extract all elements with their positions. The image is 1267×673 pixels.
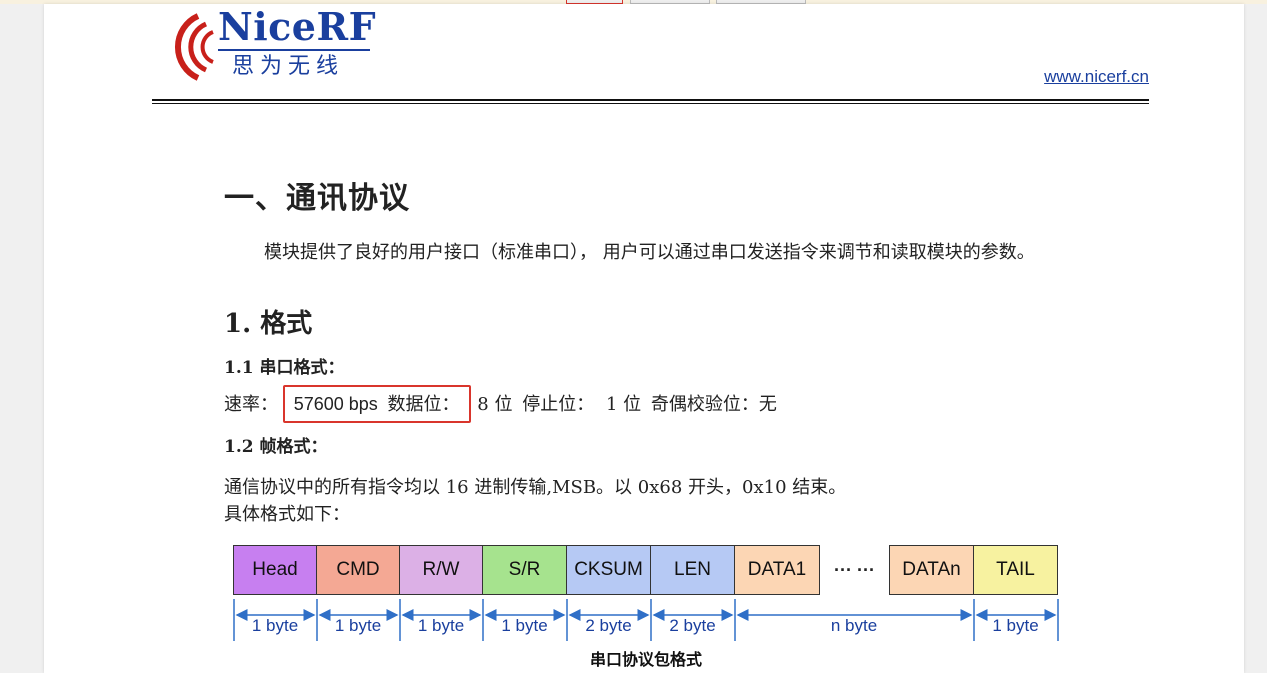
frame-format-diagram: Head CMD R/W S/R CKSUM LEN DATA1 ··· ···… <box>233 545 1059 669</box>
size-rw: 1 byte <box>417 616 465 635</box>
header-rule-thin <box>152 103 1149 104</box>
field-cmd: CMD <box>316 545 400 595</box>
document-page: NiceRF 思为无线 www.nicerf.cn 一、通讯协议 模块提供了良好… <box>44 4 1244 673</box>
frame-format-heading: 1.2 帧格式： <box>224 437 328 457</box>
format-heading: 1. 格式 <box>224 309 313 339</box>
stopbits-value: 1 位 <box>605 394 642 415</box>
size-tail: 1 byte <box>992 616 1039 635</box>
serial-format-heading: 1.1 串口格式： <box>224 358 345 378</box>
field-ellipsis: ··· ··· <box>834 559 875 580</box>
field-head: Head <box>233 545 317 595</box>
parity-value: 无 <box>758 394 777 415</box>
nicerf-logo: NiceRF 思为无线 <box>152 6 376 84</box>
section-title: 一、通讯协议 <box>224 181 410 216</box>
field-tail: TAIL <box>973 545 1058 595</box>
size-cksum: 2 byte <box>585 616 632 635</box>
size-sr: 1 byte <box>501 616 548 635</box>
field-rw: R/W <box>399 545 483 595</box>
field-data1: DATA1 <box>734 545 820 595</box>
size-data: n byte <box>830 616 878 635</box>
parity-label: 奇偶校验位： <box>650 394 759 415</box>
website-link[interactable]: www.nicerf.cn <box>1044 67 1149 87</box>
field-datan: DATAn <box>889 545 974 595</box>
signal-arcs-icon <box>175 13 214 81</box>
size-len: 2 byte <box>669 616 716 635</box>
logo-underline <box>218 49 370 51</box>
size-cmd: 1 byte <box>334 616 382 635</box>
stopbits-label: 停止位： <box>522 394 595 415</box>
logo-name: NiceRF <box>218 4 377 49</box>
highlight-box <box>283 385 471 423</box>
diagram-caption: 串口协议包格式 <box>589 650 702 669</box>
frame-description-1: 通信协议中的所有指令均以 16 进制传输,MSB。以 0x68 开头，0x10 … <box>224 477 847 498</box>
size-head: 1 byte <box>251 616 299 635</box>
intro-paragraph: 模块提供了良好的用户接口（标准串口）， 用户可以通过串口发送指令来调节和读取模块… <box>264 242 1035 263</box>
field-sr: S/R <box>482 545 567 595</box>
logo-chinese-name: 思为无线 <box>232 54 345 79</box>
header-rule-thick <box>152 99 1149 101</box>
rate-label: 速率： <box>224 394 278 415</box>
databits-value: 8 位 <box>477 394 513 415</box>
field-cksum: CKSUM <box>566 545 651 595</box>
field-len: LEN <box>650 545 735 595</box>
frame-description-2: 具体格式如下： <box>224 504 350 525</box>
